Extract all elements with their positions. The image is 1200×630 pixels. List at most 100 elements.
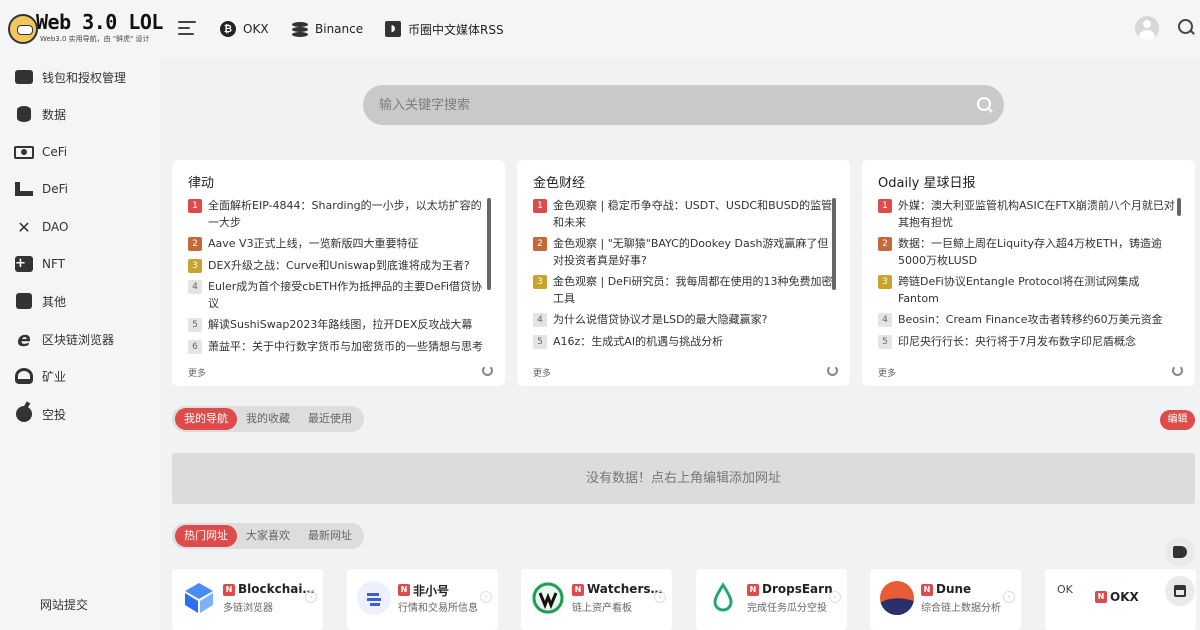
sidebar-item-data[interactable]: 数据 — [14, 102, 66, 126]
site-desc: 综合链上数据分析 — [921, 603, 1001, 614]
site-card[interactable]: N Blockchain.com 多链浏览器 › — [172, 569, 323, 630]
site-name: Dune — [936, 582, 972, 596]
news-card-title: 律动 — [188, 176, 215, 191]
more-link[interactable]: 更多 — [533, 366, 551, 379]
site-name: Blockchain.com — [238, 582, 316, 596]
sidebar-item-nft[interactable]: + NFT — [14, 252, 65, 276]
sidebar-item-dao[interactable]: ✕ DAO — [14, 215, 68, 239]
tag-button[interactable] — [1165, 537, 1195, 567]
dropsearn-logo-icon — [706, 581, 740, 615]
more-link[interactable]: 更多 — [878, 366, 896, 379]
logo-subtitle: Web3.0 实用导航，由 "鲜虎" 设计 — [40, 35, 150, 43]
news-item[interactable]: 4 Euler成为首个接受cbETH作为抵押品的主要DeFi借贷协议 — [188, 279, 488, 312]
sidebar-item-label: 矿业 — [42, 369, 67, 384]
scrollbar[interactable] — [832, 198, 836, 290]
site-logo[interactable]: Web 3.0 LOL Web3.0 实用导航，由 "鲜虎" 设计 — [8, 10, 163, 48]
sidebar-item-cefi[interactable]: CeFi — [14, 140, 67, 164]
blockchain-logo-icon — [182, 581, 216, 615]
sidebar-item-other[interactable]: 其他 — [14, 289, 66, 313]
menu-toggle-icon[interactable] — [178, 21, 196, 35]
arrow-right-icon[interactable]: › — [305, 591, 317, 603]
site-desc: 行情和交易所信息 — [398, 603, 478, 614]
sidebar-item-label: DAO — [42, 220, 69, 234]
tab-newest[interactable]: 最新网址 — [299, 525, 361, 547]
news-item[interactable]: 1 外媒：澳大利亚监管机构ASIC在FTX崩溃前八个月就已对其抱有担忧 — [878, 198, 1178, 231]
news-card-odaily: Odaily 星球日报 1 外媒：澳大利亚监管机构ASIC在FTX崩溃前八个月就已… — [862, 160, 1195, 386]
new-badge: N — [398, 584, 410, 596]
watchers-logo-icon — [531, 581, 565, 615]
arrow-right-icon[interactable]: › — [829, 591, 841, 603]
arrow-right-icon[interactable]: › — [1003, 591, 1015, 603]
top-link-label: OKX — [243, 22, 269, 36]
sidebar-item-label: 钱包和授权管理 — [42, 70, 127, 85]
top-link-rss[interactable]: ◗ 币圈中文媒体RSS — [385, 19, 504, 39]
top-link-okx[interactable]: ₿ OKX — [220, 19, 269, 39]
news-item[interactable]: 5 印尼央行行长：央行将于7月发布数字印尼盾概念 — [878, 334, 1178, 351]
search-icon[interactable] — [1177, 18, 1195, 36]
news-list: 1 外媒：澳大利亚监管机构ASIC在FTX崩溃前八个月就已对其抱有担忧 2 数据：一… — [878, 198, 1178, 356]
sidebar-item-browser[interactable]: e 区块链浏览器 — [14, 327, 114, 351]
site-card[interactable]: N Dune 综合链上数据分析 › — [870, 569, 1021, 630]
more-link[interactable]: 更多 — [188, 366, 206, 379]
rss-icon: ◗ — [385, 21, 401, 37]
news-item[interactable]: 3 跨链DeFi协议Entangle Protocol将在测试网集成Fantom — [878, 274, 1178, 307]
news-item[interactable]: 6 萧益平：关于中行数字货币与加密货币的一些猜想与思考 — [188, 339, 488, 356]
sidebar: 钱包和授权管理 数据 CeFi DeFi ✕ DAO + NFT 其他 e 区块… — [0, 58, 160, 630]
scrollbar[interactable] — [487, 198, 491, 290]
wallet-icon — [15, 70, 33, 84]
news-item[interactable]: 2 数据：一巨鲸上周在Liquity存入超4万枚ETH，铸造逾5000万枚LUSD — [878, 236, 1178, 269]
news-item[interactable]: 5 解读SushiSwap2023年路线图，拉开DEX反攻战大幕 — [188, 317, 488, 334]
refresh-icon[interactable] — [482, 365, 493, 376]
tab-recent[interactable]: 最近使用 — [299, 408, 361, 430]
news-item[interactable]: 4 为什么说借贷协议才是LSD的最大隐藏赢家? — [533, 312, 833, 329]
coins-icon — [292, 21, 308, 37]
tab-hot-sites[interactable]: 热门网址 — [175, 525, 237, 547]
arrow-right-icon[interactable]: › — [480, 591, 492, 603]
user-avatar-icon[interactable] — [1135, 16, 1159, 40]
sidebar-item-label: CeFi — [42, 145, 68, 159]
sidebar-item-airdrop[interactable]: 空投 — [14, 402, 66, 426]
tab-favorites[interactable]: 我的收藏 — [237, 408, 299, 430]
logo-title: Web 3.0 LOL — [36, 10, 163, 34]
news-item[interactable]: 4 Beosin：Cream Finance攻击者转移约60万美元资金 — [878, 312, 1178, 329]
scrollbar[interactable] — [1177, 198, 1181, 216]
logo-avatar-icon — [8, 14, 38, 44]
bitcoin-icon: ₿ — [220, 21, 236, 37]
sidebar-item-label: 其他 — [42, 294, 67, 309]
nft-icon: + — [15, 256, 33, 272]
sidebar-item-defi[interactable]: DeFi — [14, 177, 68, 201]
submit-site-link[interactable]: 网站提交 — [40, 596, 88, 613]
news-item[interactable]: 2 金色观察 | "无聊猿"BAYC的Dookey Dash游戏赢麻了但对投资者真… — [533, 236, 833, 269]
new-badge: N — [1095, 591, 1107, 603]
site-card[interactable]: N DropsEarn 完成任务瓜分空投 › — [696, 569, 847, 630]
top-link-binance[interactable]: Binance — [292, 19, 363, 39]
top-link-label: 币圈中文媒体RSS — [408, 22, 504, 37]
site-card[interactable]: N 非小号 行情和交易所信息 › — [347, 569, 498, 630]
refresh-icon[interactable] — [1172, 365, 1183, 376]
news-card-title: Odaily 星球日报 — [878, 176, 976, 191]
edit-button[interactable]: 编辑 — [1160, 410, 1195, 430]
top-header: Web 3.0 LOL Web3.0 实用导航，由 "鲜虎" 设计 ₿ OKX … — [0, 0, 1200, 58]
search-input[interactable] — [363, 85, 1004, 125]
site-tabs: 热门网址 大家喜欢 最新网址 — [172, 523, 364, 549]
news-item[interactable]: 2 Aave V3正式上线，一览新版四大重要特征 — [188, 236, 488, 253]
sidebar-item-wallet[interactable]: 钱包和授权管理 — [14, 65, 126, 89]
search-submit-icon[interactable] — [977, 97, 993, 113]
okx-logo-icon: OK — [1057, 583, 1091, 617]
site-card[interactable]: N Watchers.pro 链上资产看板 › — [521, 569, 672, 630]
news-list: 1 全面解析EIP-4844：Sharding的一小步，以太坊扩容的一大步 2 Aa… — [188, 198, 488, 356]
news-item[interactable]: 3 DEX升级之战：Curve和Uniswap到底谁将成为王者? — [188, 258, 488, 275]
list-button[interactable] — [1165, 576, 1195, 606]
news-item[interactable]: 3 金色观察 | DeFi研究员：我每周都在使用的13种免费加密工具 — [533, 274, 833, 307]
dune-logo-icon — [880, 581, 914, 615]
arrow-right-icon[interactable]: › — [654, 591, 666, 603]
news-item[interactable]: 5 A16z：生成式AI的机遇与挑战分析 — [533, 334, 833, 351]
sidebar-item-mining[interactable]: 矿业 — [14, 364, 66, 388]
refresh-icon[interactable] — [827, 365, 838, 376]
news-item[interactable]: 1 全面解析EIP-4844：Sharding的一小步，以太坊扩容的一大步 — [188, 198, 488, 231]
sidebar-item-label: 空投 — [42, 407, 67, 422]
tab-popular[interactable]: 大家喜欢 — [237, 525, 299, 547]
news-item[interactable]: 1 金色观察 | 稳定币争夺战：USDT、USDC和BUSD的监管和未来 — [533, 198, 833, 231]
sidebar-item-label: 数据 — [42, 107, 67, 122]
tab-my-nav[interactable]: 我的导航 — [175, 408, 237, 430]
